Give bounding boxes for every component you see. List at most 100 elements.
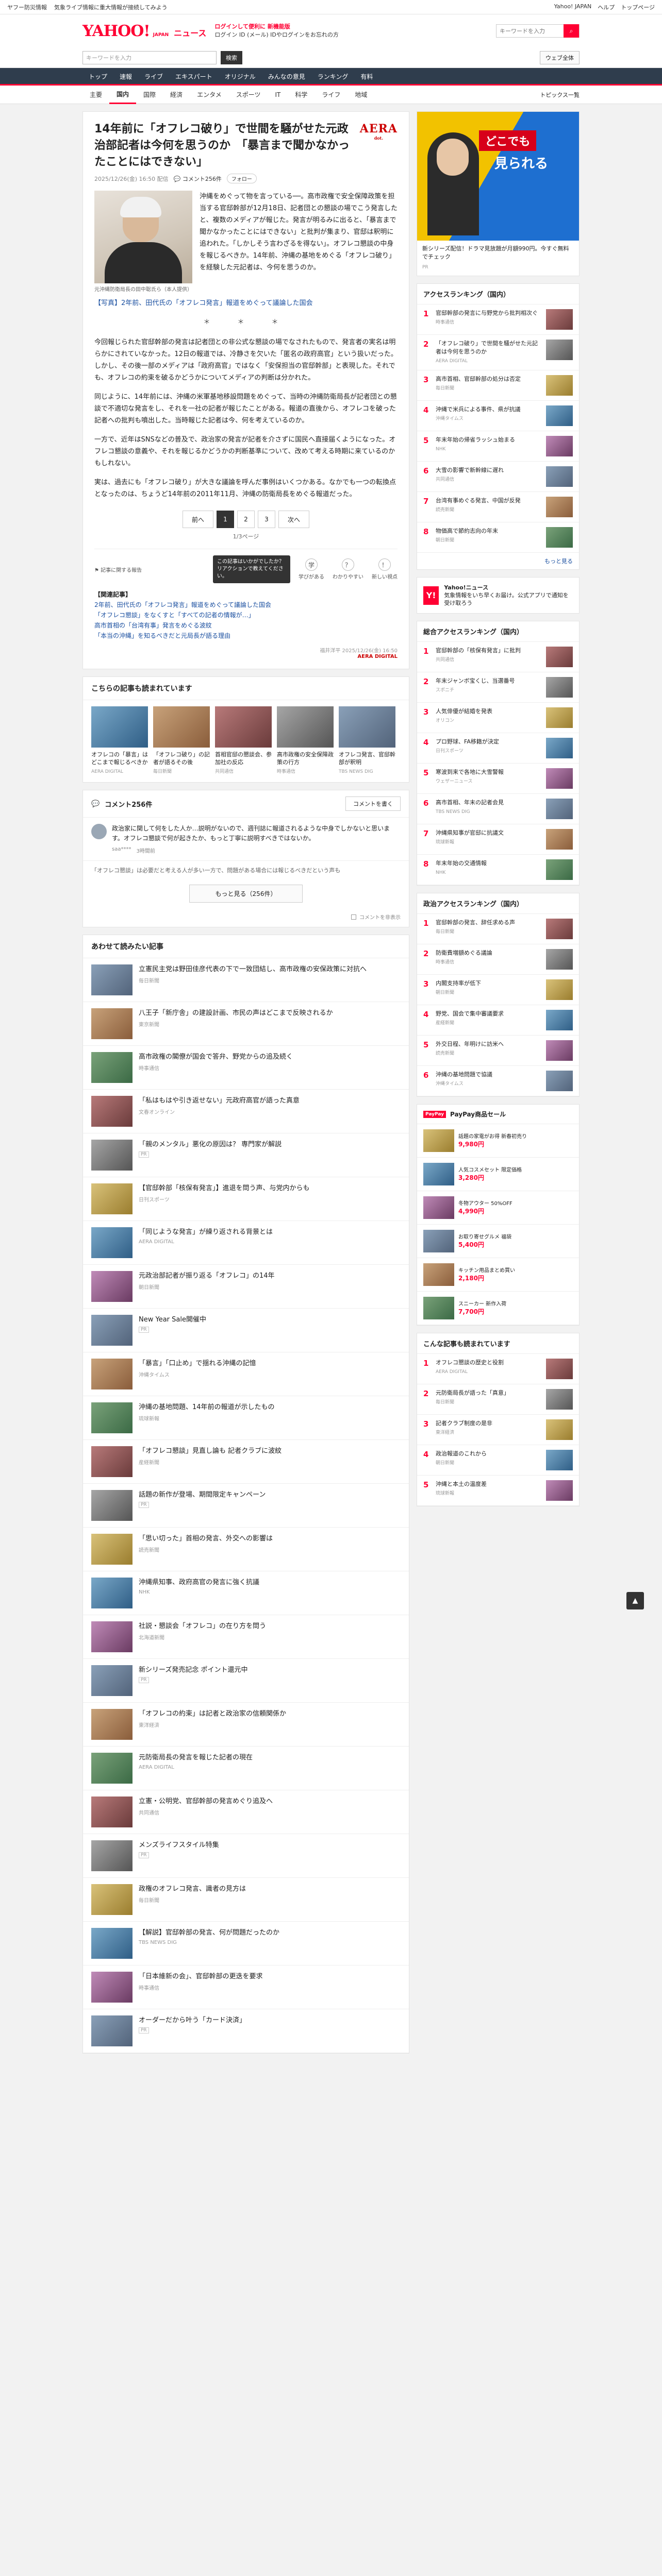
shop-item[interactable]: キッチン用品まとめ買い 2,180円 bbox=[417, 1258, 579, 1292]
ranking-item[interactable]: 4 プロ野球、FA移籍が決定 日刊スポーツ bbox=[417, 733, 579, 764]
ranking-item[interactable]: 6 高市首相、年末の記者会見 TBS NEWS DIG bbox=[417, 794, 579, 824]
pager-page-3[interactable]: 3 bbox=[258, 511, 275, 528]
feed-item[interactable]: オーダーだから叶う「カード決済」 PR bbox=[83, 2009, 409, 2053]
ranking-item[interactable]: 1 官邸幹部の発言に与野党から批判相次ぐ 時事通信 bbox=[417, 304, 579, 335]
header-search-button[interactable]: ⌕ bbox=[564, 24, 579, 38]
ranking-item[interactable]: 3 人気俳優が結婚を発表 オリコン bbox=[417, 703, 579, 733]
feed-item[interactable]: メンズライフスタイル特集 PR bbox=[83, 1834, 409, 1878]
category-tab-world[interactable]: 国際 bbox=[136, 86, 163, 104]
recommend-item[interactable]: オフレコ発言、官邸幹部が釈明 TBS NEWS DIG bbox=[339, 706, 395, 776]
publisher-logo[interactable]: AERA dot. bbox=[360, 122, 398, 141]
news-search-input[interactable]: キーワードを入力 bbox=[82, 50, 217, 64]
ranking-item[interactable]: 7 沖縄県知事が官邸に抗議文 琉球新報 bbox=[417, 824, 579, 855]
login-links[interactable]: ログイン ID (メール) IDやログインをお忘れの方 bbox=[214, 31, 339, 39]
ranking-item[interactable]: 4 野党、国会で集中審議要求 産経新聞 bbox=[417, 1005, 579, 1036]
ranking-item[interactable]: 6 大雪の影響で新幹線に遅れ 共同通信 bbox=[417, 462, 579, 492]
feed-item[interactable]: 「暴言」「口止め」で揺れる沖縄の記憶 沖縄タイムス bbox=[83, 1352, 409, 1396]
reaction-learn[interactable]: 学学びがある bbox=[299, 558, 324, 580]
category-tab-life[interactable]: ライフ bbox=[315, 86, 347, 104]
recommend-item[interactable]: オフレコの「暴言」はどこまで報じるべきか AERA DIGITAL bbox=[91, 706, 148, 776]
summary-link[interactable]: 2年前、田代氏の「オフレコ発言」報道をめぐって議論した国会 bbox=[94, 600, 398, 610]
ranking-item[interactable]: 3 高市首相、官邸幹部の処分は否定 毎日新聞 bbox=[417, 370, 579, 401]
article-photo[interactable]: 元沖縄防衛局長の田中聡氏ら（本人提供） bbox=[94, 191, 192, 294]
ranking-item[interactable]: 8 物価高で節約志向の年末 朝日新聞 bbox=[417, 522, 579, 553]
feed-item[interactable]: 沖縄の基地問題、14年前の報道が示したもの 琉球新報 bbox=[83, 1396, 409, 1440]
shop-item[interactable]: 人気コスメセット 限定価格 3,280円 bbox=[417, 1158, 579, 1191]
summary-link[interactable]: 「本当の沖縄」を知るべきだと元局長が語る理由 bbox=[94, 631, 398, 641]
pager-next[interactable]: 次へ bbox=[278, 511, 309, 528]
login-promo[interactable]: ログインして便利に 新機能版 bbox=[214, 23, 339, 31]
ranking-item[interactable]: 5 寒波到来で各地に大雪警報 ウェザーニュース bbox=[417, 764, 579, 794]
summary-link[interactable]: 「オフレコ懇談」をなくすと「すべての記者の情報が…」 bbox=[94, 610, 398, 620]
feed-item[interactable]: 政権のオフレコ発言、識者の見方は 毎日新聞 bbox=[83, 1878, 409, 1922]
topbar-link-help[interactable]: ヘルプ bbox=[598, 3, 615, 11]
category-tab-local[interactable]: 地域 bbox=[347, 86, 374, 104]
ranking-item[interactable]: 2 年末ジャンボ宝くじ、当選番号 スポニチ bbox=[417, 672, 579, 703]
feed-item[interactable]: 立憲民主党は野田佳彦代表の下で一致団結し、高市政権の安保政策に対抗へ 毎日新聞 bbox=[83, 958, 409, 1002]
site-logo[interactable]: YAHOO! JAPAN ニュース bbox=[82, 22, 206, 40]
ranking-item[interactable]: 2 防衛費増額めぐる議論 時事通信 bbox=[417, 944, 579, 975]
shop-item[interactable]: スニーカー 新作入荷 7,700円 bbox=[417, 1292, 579, 1325]
recommend-item[interactable]: 首相官邸の懇談会、参加社の反応 共同通信 bbox=[215, 706, 272, 776]
ranking-item[interactable]: 4 政治報道のこれから 朝日新聞 bbox=[417, 1445, 579, 1476]
back-to-top-button[interactable]: ▲ bbox=[626, 1592, 644, 1609]
topbar-link-top[interactable]: トップページ bbox=[621, 3, 655, 11]
comment-user[interactable]: saa**** bbox=[112, 846, 131, 854]
feed-item[interactable]: 「オフレコの約束」は記者と政治家の信頼関係か 東洋経済 bbox=[83, 1703, 409, 1747]
ranking-item[interactable]: 6 沖縄の基地問題で協議 沖縄タイムス bbox=[417, 1066, 579, 1096]
ranking-item[interactable]: 8 年末年始の交通情報 NHK bbox=[417, 855, 579, 885]
ranking-item[interactable]: 1 オフレコ懇談の歴史と役割 AERA DIGITAL bbox=[417, 1354, 579, 1384]
shop-item[interactable]: 話題の家電がお得 新春初売り 9,980円 bbox=[417, 1124, 579, 1158]
nav-item-top[interactable]: トップ bbox=[82, 69, 113, 84]
nav-item-breaking[interactable]: 速報 bbox=[113, 69, 138, 84]
ranking-item[interactable]: 7 台湾有事めぐる発言、中国が反発 読売新聞 bbox=[417, 492, 579, 522]
category-tab-main[interactable]: 主要 bbox=[82, 86, 109, 104]
app-promo[interactable]: Y! Yahoo!ニュース 気象情報をいち早くお届け。公式アプリで通知を受け取ろ… bbox=[417, 577, 580, 614]
pager-prev[interactable]: 前へ bbox=[183, 511, 213, 528]
feed-item[interactable]: 元防衛局長の発言を報じた記者の現在 AERA DIGITAL bbox=[83, 1747, 409, 1790]
topbar-link-weather[interactable]: 気象ライブ情報に重大情報が接続してみよう bbox=[54, 3, 168, 11]
feed-item[interactable]: 社説・懇談会「オフレコ」の在り方を問う 北海道新聞 bbox=[83, 1615, 409, 1659]
feed-item[interactable]: 「同じような発言」が繰り返される背景とは AERA DIGITAL bbox=[83, 1221, 409, 1265]
reaction-new[interactable]: ！ 新しい視点 bbox=[372, 558, 398, 580]
category-tab-economy[interactable]: 経済 bbox=[163, 86, 190, 104]
recommend-item[interactable]: 高市政権の安全保障政策の行方 時事通信 bbox=[277, 706, 334, 776]
report-link[interactable]: ⚑ 記事に関する報告 bbox=[94, 566, 142, 573]
side-ad[interactable]: どこでも 見られる 新シリーズ配信！ドラマ見放題が月額990円。今すぐ無料でチェ… bbox=[417, 111, 580, 276]
nav-item-opinion[interactable]: みんなの意見 bbox=[262, 69, 311, 84]
comment-count-link[interactable]: 💬 コメント256件 bbox=[174, 175, 222, 183]
nav-item-paid[interactable]: 有料 bbox=[354, 69, 379, 84]
topbar-link-disaster[interactable]: ヤフー防災情報 bbox=[7, 3, 47, 11]
ranking-more-link[interactable]: もっと見る bbox=[417, 553, 579, 569]
news-search-button[interactable]: 検索 bbox=[221, 50, 242, 64]
feed-item[interactable]: 高市政権の閣僚が国会で答弁、野党からの追及続く 時事通信 bbox=[83, 1046, 409, 1090]
more-comments-button[interactable]: もっと見る（256件） bbox=[189, 885, 303, 903]
feed-item[interactable]: 元政治部記者が振り返る「オフレコ」の14年 朝日新聞 bbox=[83, 1265, 409, 1309]
feed-item[interactable]: 話題の新作が登場、期間限定キャンペーン PR bbox=[83, 1484, 409, 1528]
shop-item[interactable]: お取り寄せグルメ 福袋 5,400円 bbox=[417, 1225, 579, 1258]
ranking-item[interactable]: 2 元防衛局長が語った「真意」 毎日新聞 bbox=[417, 1384, 579, 1415]
ranking-item[interactable]: 1 官邸幹部の「核保有発言」に批判 共同通信 bbox=[417, 642, 579, 672]
nav-item-live[interactable]: ライブ bbox=[138, 69, 169, 84]
category-tab-sports[interactable]: スポーツ bbox=[229, 86, 268, 104]
nav-item-expert[interactable]: エキスパート bbox=[169, 69, 219, 84]
inline-related-link[interactable]: 【写真】2年前、田代氏の「オフレコ発言」報道をめぐって議論した国会 bbox=[94, 298, 398, 309]
feed-item[interactable]: 【官邸幹部「核保有発言」】進退を問う声、与党内からも 日刊スポーツ bbox=[83, 1177, 409, 1221]
nav-item-original[interactable]: オリジナル bbox=[219, 69, 262, 84]
feed-item[interactable]: 【解説】官邸幹部の発言、何が問題だったのか TBS NEWS DIG bbox=[83, 1922, 409, 1965]
header-search-input[interactable] bbox=[496, 27, 564, 35]
category-tab-entertainment[interactable]: エンタメ bbox=[190, 86, 229, 104]
feed-item[interactable]: 「私はもはや引き返せない」元政府高官が語った真意 文春オンライン bbox=[83, 1090, 409, 1133]
ranking-item[interactable]: 3 記者クラブ制度の是非 東洋経済 bbox=[417, 1415, 579, 1445]
category-tab-domestic[interactable]: 国内 bbox=[109, 86, 137, 104]
ranking-item[interactable]: 5 外交日程、年明けに訪米へ 読売新聞 bbox=[417, 1036, 579, 1066]
feed-item[interactable]: 「日本維新の会」、官邸幹部の更迭を要求 時事通信 bbox=[83, 1965, 409, 2009]
ranking-item[interactable]: 3 内閣支持率が低下 朝日新聞 bbox=[417, 975, 579, 1005]
reaction-clear[interactable]: ？ わかりやすい bbox=[333, 558, 363, 580]
topbar-link-yahoo[interactable]: Yahoo! JAPAN bbox=[554, 3, 592, 11]
ranking-item[interactable]: 5 沖縄と本土の温度差 琉球新報 bbox=[417, 1476, 579, 1506]
feed-item[interactable]: 「思い切った」首相の発言、外交への影響は 読売新聞 bbox=[83, 1528, 409, 1571]
feed-item[interactable]: 「オフレコ懇談」見直し論も 記者クラブに波紋 産経新聞 bbox=[83, 1440, 409, 1484]
feed-item[interactable]: 沖縄県知事、政府高官の発言に強く抗議 NHK bbox=[83, 1571, 409, 1615]
write-comment-button[interactable]: コメントを書く bbox=[345, 796, 401, 811]
